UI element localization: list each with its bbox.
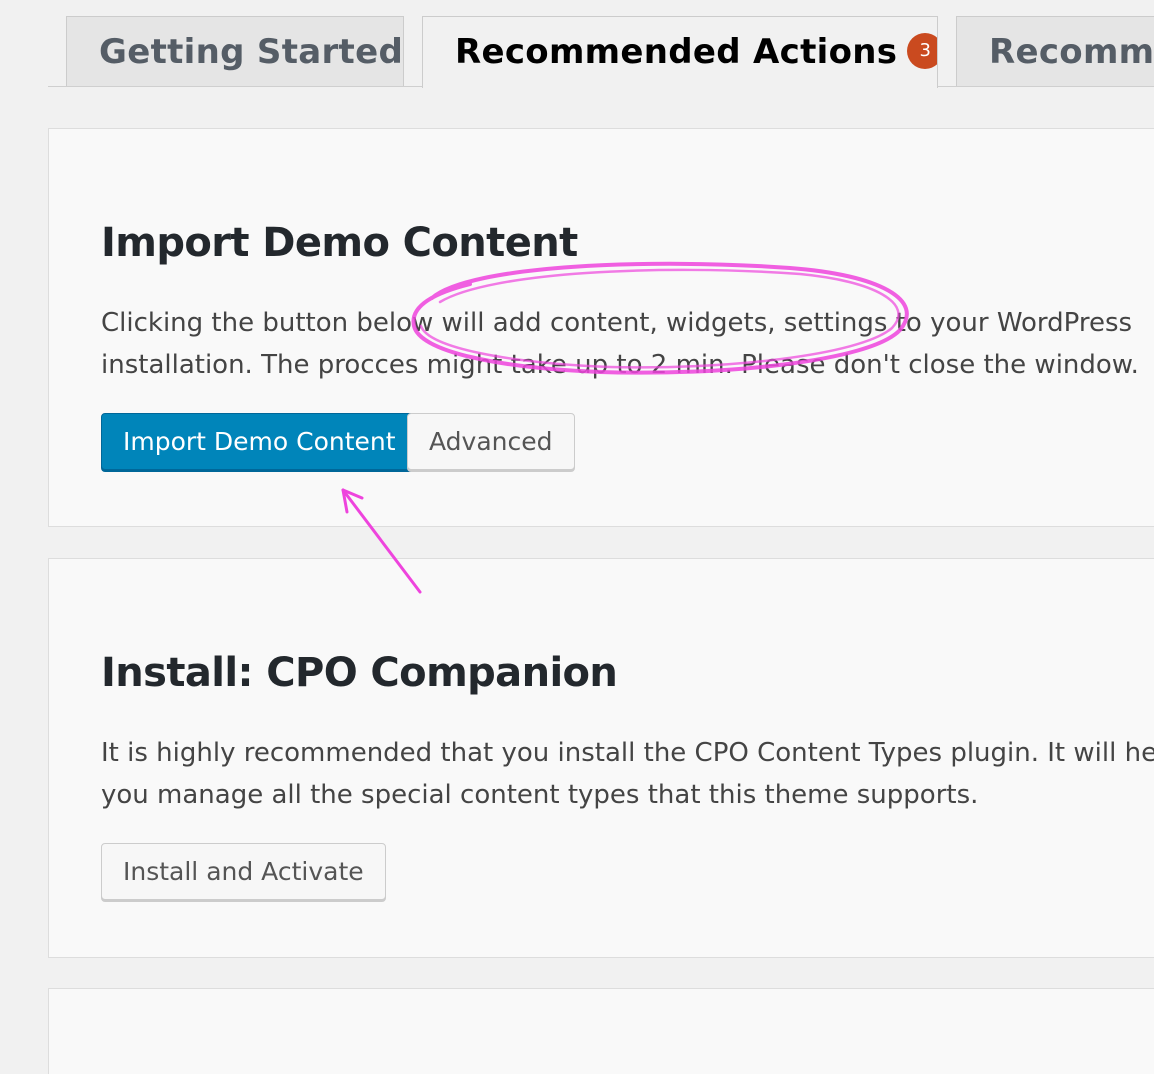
tab-recommended-actions[interactable]: Recommended Actions 3 <box>422 16 938 88</box>
install-and-activate-button[interactable]: Install and Activate <box>101 843 386 900</box>
tab-label: Recommended Plugins <box>989 32 1154 72</box>
card-description: It is highly recommended that you instal… <box>101 738 1154 810</box>
install-cpo-card: Install: CPO Companion It is highly reco… <box>48 558 1154 958</box>
card-description: Clicking the button below will add conte… <box>101 308 1139 380</box>
card-title: Import Demo Content <box>101 220 578 266</box>
count-badge: 3 <box>907 32 937 69</box>
import-demo-card: Import Demo Content Clicking the button … <box>48 128 1154 527</box>
import-demo-content-button[interactable]: Import Demo Content <box>101 413 418 470</box>
advanced-button[interactable]: Advanced <box>407 413 575 470</box>
card-title: Install: CPO Companion <box>101 650 618 696</box>
tab-label: Recommended Actions <box>455 32 898 72</box>
next-action-card <box>48 988 1154 1074</box>
tab-label: Getting Started <box>99 32 404 72</box>
tab-getting-started[interactable]: Getting Started <box>66 16 404 86</box>
recommended-actions-page: Getting Started Recommended Actions 3 Rec… <box>0 0 1154 1074</box>
tab-recommended-plugins[interactable]: Recommended Plugins <box>956 16 1154 86</box>
